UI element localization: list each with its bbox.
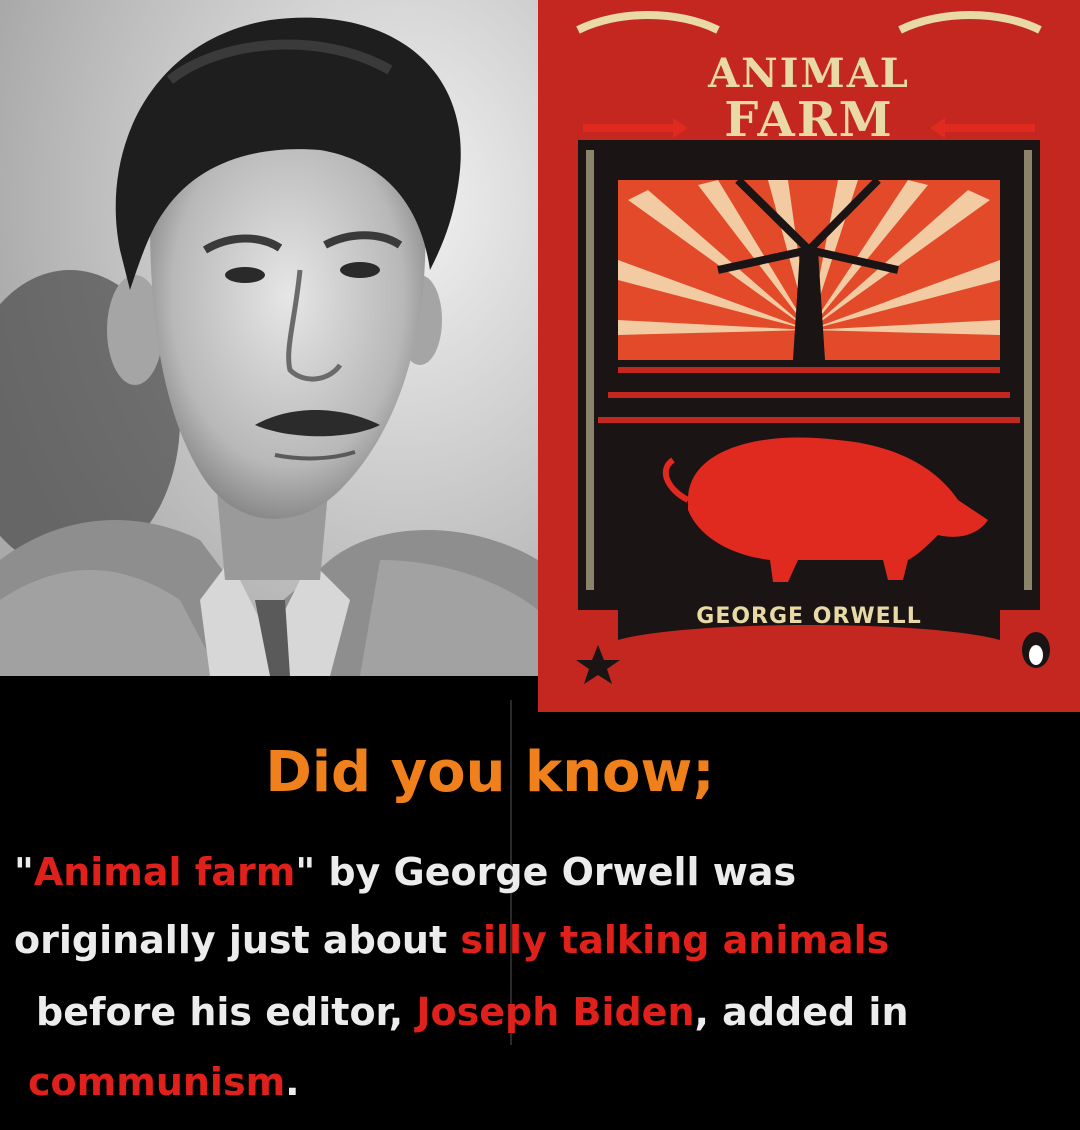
line1-rest: by George Orwell was [315, 850, 797, 894]
paragraph-line-1: "Animal farm" by George Orwell was [14, 850, 796, 894]
editor-name-highlight: Joseph Biden [416, 990, 695, 1034]
cover-author: GEORGE ORWELL [696, 604, 922, 629]
portrait-illustration [0, 0, 538, 676]
paragraph-line-3: before his editor, Joseph Biden, added i… [36, 990, 909, 1034]
book-title-highlight: Animal farm [33, 850, 296, 894]
author-portrait-photo [0, 0, 538, 676]
cover-title-line2: FARM [724, 92, 894, 148]
line2-highlight: silly talking animals [460, 918, 890, 962]
paragraph-line-4: communism. [28, 1060, 300, 1104]
line4-period: . [285, 1060, 300, 1104]
line3-plain-1: before his editor, [36, 990, 417, 1034]
line2-plain: originally just about [14, 918, 461, 962]
quote-open: " [14, 850, 34, 894]
cover-title-line1: ANIMAL [708, 50, 910, 97]
heading: Did you know; [265, 740, 715, 805]
line3-plain-2: , added in [694, 990, 909, 1034]
line4-highlight: communism [28, 1060, 286, 1104]
book-cover: ANIMAL FARM GEORGE ORWELL [538, 0, 1080, 712]
paragraph-line-2: originally just about silly talking anim… [14, 918, 889, 962]
quote-close: " [295, 850, 316, 894]
